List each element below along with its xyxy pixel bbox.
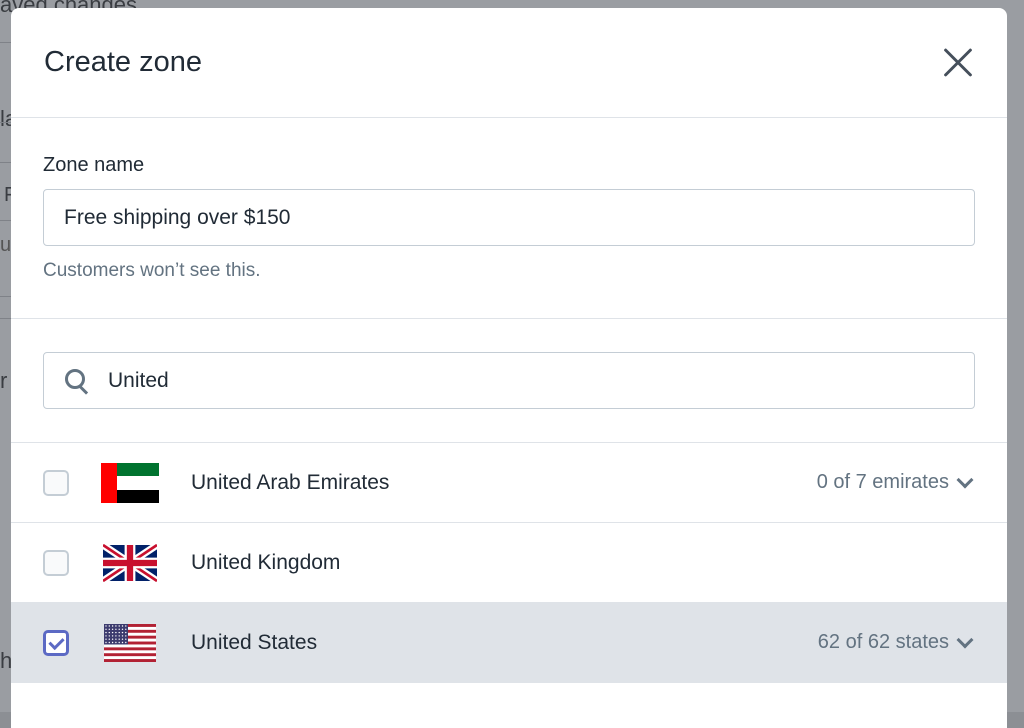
country-row-uk[interactable]: United Kingdom	[11, 523, 1007, 603]
checkbox-checked[interactable]	[43, 629, 69, 656]
search-value: United	[108, 368, 169, 392]
country-row-uae[interactable]: United Arab Emirates 0 of 7 emirates	[11, 443, 1007, 523]
modal-title: Create zone	[44, 46, 202, 78]
zone-name-section: Zone name Free shipping over $150 Custom…	[11, 118, 1007, 319]
region-count-toggle[interactable]: 62 of 62 states	[817, 631, 974, 654]
checkbox[interactable]	[43, 469, 69, 496]
country-name: United Arab Emirates	[191, 470, 390, 494]
region-count: 0 of 7 emirates	[816, 471, 949, 493]
chevron-down-icon	[956, 631, 974, 648]
search-section: United	[11, 319, 1007, 443]
zone-name-label: Zone name	[43, 154, 145, 176]
country-row-us[interactable]: United States 62 of 62 states	[11, 603, 1007, 683]
create-zone-modal: Create zone Zone name Free shipping over…	[11, 8, 1007, 728]
country-name: United States	[191, 630, 318, 654]
uk-flag-icon	[103, 543, 157, 582]
uae-flag-icon	[101, 462, 159, 503]
region-count: 62 of 62 states	[817, 631, 949, 653]
modal-header: Create zone	[11, 8, 1007, 118]
close-icon[interactable]	[942, 47, 974, 79]
country-search-input[interactable]: United	[43, 352, 975, 409]
chevron-down-icon	[956, 471, 974, 488]
background-fragment: u	[0, 234, 12, 256]
country-name: United Kingdom	[191, 550, 341, 574]
background-fragment: r	[0, 368, 8, 393]
us-flag-icon	[104, 623, 156, 662]
checkbox[interactable]	[43, 549, 69, 576]
zone-name-help: Customers won’t see this.	[43, 260, 261, 281]
region-count-toggle[interactable]: 0 of 7 emirates	[816, 471, 974, 494]
zone-name-input[interactable]: Free shipping over $150	[43, 189, 975, 246]
search-icon	[64, 368, 90, 394]
